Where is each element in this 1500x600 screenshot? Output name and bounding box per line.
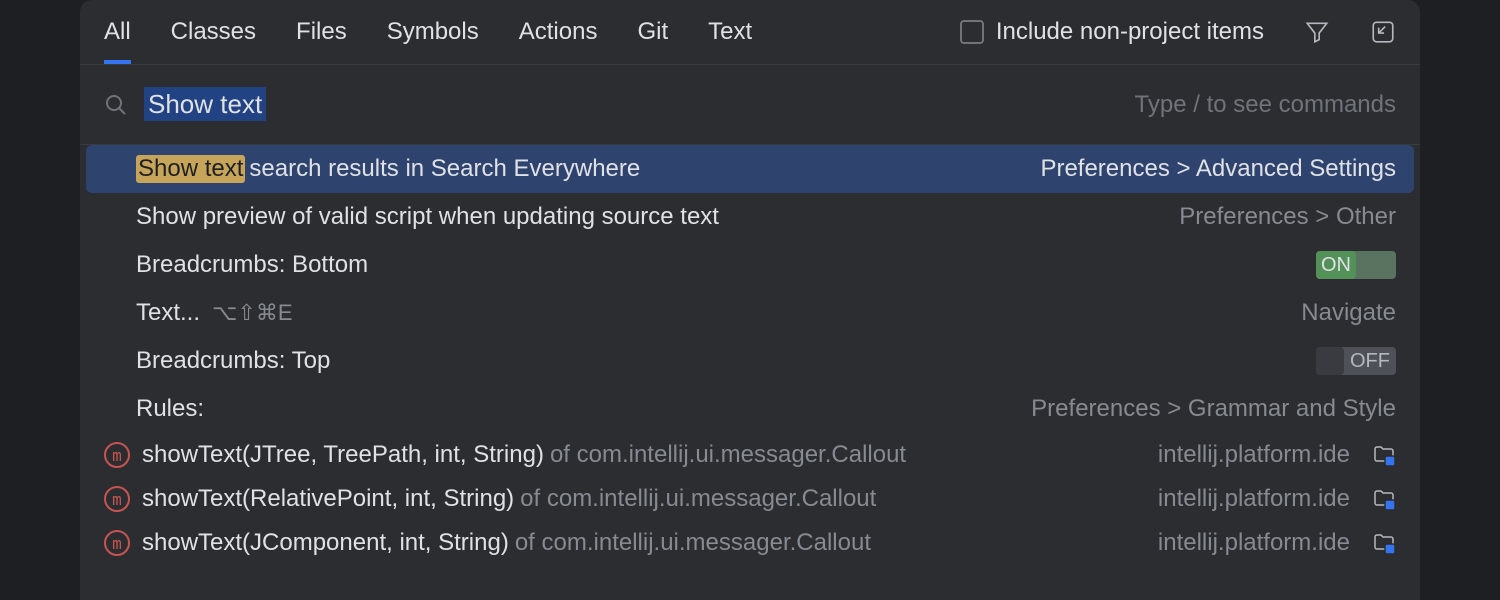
search-everywhere-popup: All Classes Files Symbols Actions Git Te… — [80, 0, 1420, 600]
method-module: intellij.platform.ide — [1158, 485, 1350, 513]
result-location: Preferences > Grammar and Style — [1031, 395, 1396, 423]
result-item[interactable]: Rules: Preferences > Grammar and Style — [80, 385, 1420, 433]
module-icon — [1372, 531, 1396, 555]
tab-all[interactable]: All — [104, 18, 131, 64]
result-item[interactable]: Show text search results in Search Every… — [86, 145, 1414, 193]
toggle-off[interactable]: OFF — [1316, 347, 1396, 375]
include-non-project-wrap[interactable]: Include non-project items — [960, 18, 1264, 64]
include-non-project-label: Include non-project items — [996, 18, 1264, 46]
result-text: Show preview of valid script when updati… — [136, 203, 719, 231]
method-class: of com.intellij.ui.messager.Callout — [520, 485, 876, 513]
result-text: Breadcrumbs: Top — [136, 347, 330, 375]
result-item[interactable]: Show preview of valid script when updati… — [80, 193, 1420, 241]
method-icon: m — [104, 442, 130, 468]
tab-classes[interactable]: Classes — [171, 18, 256, 64]
search-row: Show text Type / to see commands — [80, 65, 1420, 145]
include-non-project-checkbox[interactable] — [960, 20, 984, 44]
method-result[interactable]: m showText(JComponent, int, String) of c… — [80, 521, 1420, 565]
method-module: intellij.platform.ide — [1158, 441, 1350, 469]
method-class: of com.intellij.ui.messager.Callout — [550, 441, 906, 469]
method-icon: m — [104, 530, 130, 556]
method-result[interactable]: m showText(RelativePoint, int, String) o… — [80, 477, 1420, 521]
method-signature: showText(JComponent, int, String) — [142, 529, 509, 557]
filter-icon[interactable] — [1304, 19, 1330, 63]
method-module: intellij.platform.ide — [1158, 529, 1350, 557]
tab-git[interactable]: Git — [637, 18, 668, 64]
result-text: search results in Search Everywhere — [249, 155, 640, 183]
result-location: Preferences > Other — [1179, 203, 1396, 231]
results-list: Show text search results in Search Every… — [80, 145, 1420, 600]
result-text: Rules: — [136, 395, 204, 423]
tab-symbols[interactable]: Symbols — [387, 18, 479, 64]
result-highlight: Show text — [136, 155, 245, 183]
search-input[interactable]: Show text — [144, 89, 1119, 120]
result-item[interactable]: Breadcrumbs: Bottom ON — [80, 241, 1420, 289]
tab-bar: All Classes Files Symbols Actions Git Te… — [80, 0, 1420, 65]
tab-files[interactable]: Files — [296, 18, 347, 64]
search-icon — [104, 93, 128, 117]
module-icon — [1372, 487, 1396, 511]
result-item[interactable]: Breadcrumbs: Top OFF — [80, 337, 1420, 385]
result-item[interactable]: Text... ⌥⇧⌘E Navigate — [80, 289, 1420, 337]
method-result[interactable]: m showText(JTree, TreePath, int, String)… — [80, 433, 1420, 477]
tab-text[interactable]: Text — [708, 18, 752, 64]
result-text: Text... — [136, 299, 200, 327]
toggle-on[interactable]: ON — [1316, 251, 1396, 279]
method-signature: showText(RelativePoint, int, String) — [142, 485, 514, 513]
search-hint: Type / to see commands — [1135, 91, 1396, 119]
module-icon — [1372, 443, 1396, 467]
tab-actions[interactable]: Actions — [519, 18, 598, 64]
method-icon: m — [104, 486, 130, 512]
method-signature: showText(JTree, TreePath, int, String) — [142, 441, 544, 469]
keyboard-shortcut: ⌥⇧⌘E — [212, 300, 292, 326]
result-location: Navigate — [1301, 299, 1396, 327]
result-text: Breadcrumbs: Bottom — [136, 251, 368, 279]
open-in-tool-window-icon[interactable] — [1370, 19, 1396, 63]
method-class: of com.intellij.ui.messager.Callout — [515, 529, 871, 557]
result-location: Preferences > Advanced Settings — [1040, 155, 1396, 183]
